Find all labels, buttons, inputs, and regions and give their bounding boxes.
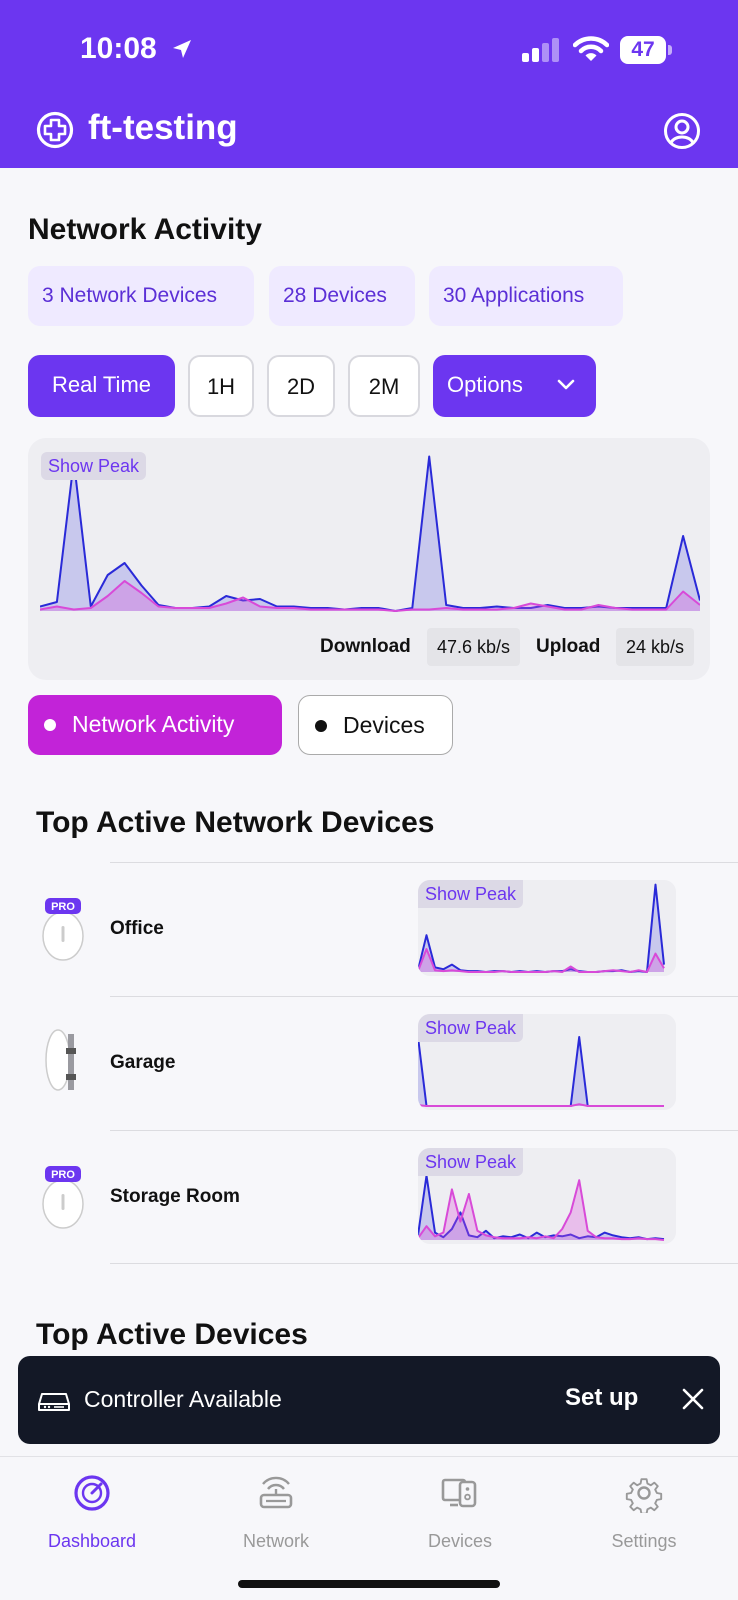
svg-text:PRO: PRO bbox=[51, 901, 75, 913]
network-device-name: Garage bbox=[110, 1052, 176, 1073]
bottom-tab-bar: Dashboard Network Devices Settings bbox=[0, 1456, 738, 1600]
tab-label: Devices bbox=[427, 1531, 493, 1551]
toast-message: Controller Available bbox=[84, 1386, 282, 1412]
tab-network[interactable]: Network bbox=[184, 1457, 368, 1567]
network-device-mini-chart: Show Peak bbox=[418, 880, 676, 976]
download-label: Download bbox=[320, 636, 411, 657]
network-activity-toggle-label: Network Activity bbox=[72, 711, 235, 737]
access-point-pro-icon: PRO bbox=[42, 1166, 84, 1229]
site-title[interactable]: ft-testing bbox=[88, 108, 238, 148]
options-dropdown[interactable]: Options bbox=[433, 355, 596, 417]
tab-dashboard[interactable]: Dashboard bbox=[0, 1457, 184, 1567]
mini-upload-series-area bbox=[418, 1180, 664, 1240]
show-peak-button[interactable]: Show Peak bbox=[418, 880, 524, 908]
toggle-dot bbox=[315, 720, 327, 732]
mini-upload-series-line bbox=[418, 1103, 664, 1107]
battery-indicator: 47 bbox=[620, 36, 672, 64]
network-device-name: Storage Room bbox=[110, 1186, 240, 1207]
devices-toggle[interactable]: Devices bbox=[298, 695, 453, 755]
chip-network-devices[interactable]: 3 Network Devices bbox=[28, 266, 254, 326]
battery-percent: 47 bbox=[631, 38, 655, 61]
toggle-dot bbox=[44, 719, 56, 731]
network-device-mini-chart: Show Peak bbox=[418, 1014, 676, 1110]
tab-settings[interactable]: Settings bbox=[552, 1457, 736, 1567]
tab-devices[interactable]: Devices bbox=[368, 1457, 552, 1567]
time-range-1h-button[interactable]: 1H bbox=[188, 355, 254, 417]
wifi-icon bbox=[573, 36, 609, 61]
dashboard-gauge-icon bbox=[74, 1475, 110, 1511]
devices-toggle-label: Devices bbox=[343, 712, 425, 738]
divider bbox=[110, 862, 738, 863]
tab-label: Settings bbox=[611, 1531, 677, 1551]
time-range-realtime-button[interactable]: Real Time bbox=[28, 355, 175, 417]
home-indicator bbox=[238, 1580, 500, 1588]
options-label: Options bbox=[447, 372, 523, 397]
controller-icon bbox=[38, 1393, 70, 1411]
access-point-pro-icon: PRO bbox=[42, 898, 84, 961]
close-icon[interactable] bbox=[680, 1386, 706, 1412]
mini-download-series-area bbox=[418, 1037, 664, 1106]
show-peak-button[interactable]: Show Peak bbox=[418, 1014, 524, 1042]
chip-applications[interactable]: 30 Applications bbox=[429, 266, 623, 326]
dashboard-screen: 10:08 47 ft-testing Network Activity 3 N… bbox=[0, 0, 738, 1600]
site-switch-icon[interactable] bbox=[36, 111, 74, 149]
controller-toast: Controller Available Set up bbox=[18, 1356, 720, 1444]
mini-download-series-line bbox=[418, 1036, 664, 1107]
divider bbox=[110, 996, 738, 997]
svg-text:PRO: PRO bbox=[51, 1169, 75, 1181]
network-activity-toggle[interactable]: Network Activity bbox=[28, 695, 282, 755]
outdoor-access-point-icon bbox=[45, 1029, 76, 1091]
tab-label: Dashboard bbox=[47, 1531, 137, 1551]
status-time: 10:08 bbox=[80, 32, 157, 65]
devices-icon bbox=[441, 1478, 477, 1508]
show-peak-button[interactable]: Show Peak bbox=[418, 1148, 524, 1176]
time-range-2d-button[interactable]: 2D bbox=[267, 355, 335, 417]
router-icon bbox=[259, 1476, 293, 1509]
chip-devices[interactable]: 28 Devices bbox=[269, 266, 415, 326]
divider bbox=[110, 1130, 738, 1131]
section-title-top-network-devices: Top Active Network Devices bbox=[36, 806, 435, 839]
app-header: 10:08 47 ft-testing bbox=[0, 0, 738, 168]
setup-button[interactable]: Set up bbox=[565, 1384, 638, 1412]
time-range-2m-button[interactable]: 2M bbox=[348, 355, 420, 417]
chevron-down-icon bbox=[557, 379, 575, 390]
divider bbox=[110, 1263, 738, 1264]
download-value: 47.6 kb/s bbox=[427, 628, 521, 666]
network-device-name: Office bbox=[110, 918, 164, 939]
network-device-mini-chart: Show Peak bbox=[418, 1148, 676, 1244]
location-arrow-icon bbox=[173, 40, 191, 58]
upload-value: 24 kb/s bbox=[616, 628, 695, 666]
cellular-signal-icon bbox=[522, 38, 559, 62]
upload-label: Upload bbox=[536, 636, 601, 657]
profile-icon[interactable] bbox=[663, 112, 701, 150]
section-title-network-activity: Network Activity bbox=[28, 213, 262, 246]
status-bar: 10:08 47 bbox=[0, 0, 738, 100]
section-title-top-devices: Top Active Devices bbox=[36, 1318, 308, 1351]
gear-icon bbox=[625, 1478, 663, 1513]
show-peak-button[interactable]: Show Peak bbox=[41, 452, 147, 480]
tab-label: Network bbox=[242, 1531, 309, 1551]
